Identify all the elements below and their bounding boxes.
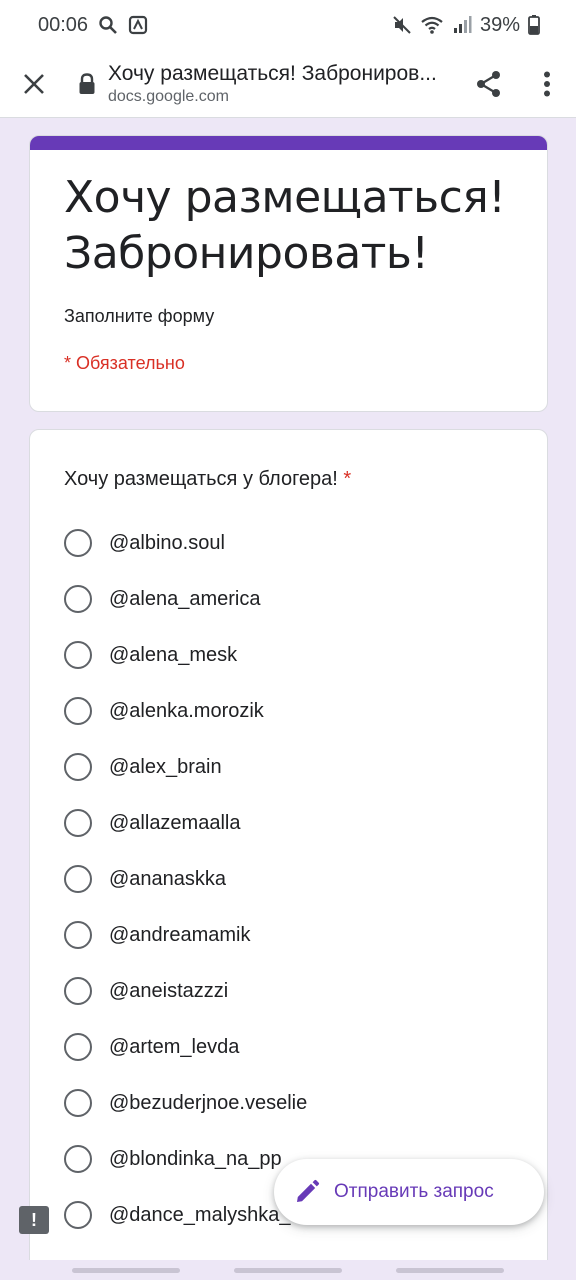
feedback-icon: ! xyxy=(31,1209,37,1230)
radio-button[interactable] xyxy=(64,977,92,1005)
option-label: @ananaskka xyxy=(109,867,227,890)
radio-button[interactable] xyxy=(64,697,92,725)
radio-option[interactable]: @bezuderjnoe.veselie xyxy=(64,1075,547,1131)
share-icon xyxy=(477,70,500,97)
nav-back-indicator[interactable] xyxy=(396,1267,504,1273)
question-title: Хочу размещаться у блогера! * xyxy=(30,430,547,491)
radio-button[interactable] xyxy=(64,1145,92,1173)
option-label: @andreamamik xyxy=(109,923,251,946)
browser-tab-header: Хочу размещаться! Заброниров... docs.goo… xyxy=(0,50,576,118)
option-label: @aneistazzzi xyxy=(109,979,229,1002)
radio-option[interactable]: @alex_brain xyxy=(64,739,547,795)
radio-option[interactable]: @albino.soul xyxy=(64,515,547,571)
option-label: @albino.soul xyxy=(109,531,225,554)
radio-button[interactable] xyxy=(64,641,92,669)
radio-option[interactable]: @alena_america xyxy=(64,571,547,627)
radio-button[interactable] xyxy=(64,1033,92,1061)
radio-button[interactable] xyxy=(64,809,92,837)
radio-button[interactable] xyxy=(64,753,92,781)
app-notification-icon xyxy=(128,15,148,35)
option-label: @alex_brain xyxy=(109,755,222,778)
status-time: 00:06 xyxy=(38,13,89,36)
wifi-icon xyxy=(420,15,444,35)
pencil-icon xyxy=(297,1179,320,1202)
radio-option[interactable]: @aneistazzzi xyxy=(64,963,547,1019)
system-nav-bar xyxy=(0,1260,576,1280)
more-vert-icon xyxy=(544,71,550,96)
radio-button[interactable] xyxy=(64,529,92,557)
radio-button[interactable] xyxy=(64,1089,92,1117)
option-label: @blondinka_na_pp xyxy=(109,1147,282,1170)
radio-button[interactable] xyxy=(64,921,92,949)
search-icon xyxy=(98,15,118,35)
form-description: Заполните форму xyxy=(64,306,215,326)
nav-home-indicator[interactable] xyxy=(234,1267,342,1273)
option-label: @artem_levda xyxy=(109,1035,240,1058)
radio-option[interactable]: @ananaskka xyxy=(64,851,547,907)
required-note: * Обязательно xyxy=(64,353,185,373)
option-label: @alena_america xyxy=(109,587,261,610)
form-content[interactable]: Хочу размещаться! Забронировать! Заполни… xyxy=(0,119,576,1260)
radio-option[interactable]: @artem_levda xyxy=(64,1019,547,1075)
radio-option[interactable]: @allazemaalla xyxy=(64,795,547,851)
share-button[interactable] xyxy=(460,50,518,118)
option-label: @dance_malyshka_o xyxy=(109,1203,302,1226)
page-info[interactable]: Хочу размещаться! Заброниров... docs.goo… xyxy=(68,62,460,106)
option-label: @alenka.morozik xyxy=(109,699,264,722)
option-label: @alena_mesk xyxy=(109,643,238,666)
battery-icon xyxy=(528,15,540,35)
radio-button[interactable] xyxy=(64,1201,92,1229)
page-title: Хочу размещаться! Заброниров... xyxy=(108,61,437,85)
battery-percent: 39% xyxy=(479,13,520,36)
mute-icon xyxy=(392,15,412,35)
form-header-card: Хочу размещаться! Забронировать! Заполни… xyxy=(29,135,548,412)
close-icon xyxy=(24,73,44,94)
radio-button[interactable] xyxy=(64,865,92,893)
feedback-button[interactable]: ! xyxy=(19,1206,49,1234)
question-text: Хочу размещаться у блогера! xyxy=(64,468,338,490)
close-button[interactable] xyxy=(0,50,68,118)
options-list: @albino.soul @alena_america @alena_mesk … xyxy=(30,491,547,1243)
lock-icon xyxy=(78,72,106,95)
form-title: Хочу размещаться! Забронировать! xyxy=(64,172,506,279)
send-request-label: Отправить запрос xyxy=(334,1181,494,1202)
nav-recent-indicator[interactable] xyxy=(72,1267,180,1273)
radio-button[interactable] xyxy=(64,585,92,613)
option-label: @allazemaalla xyxy=(109,811,241,834)
required-mark: * xyxy=(343,468,352,490)
signal-icon xyxy=(452,15,472,35)
status-bar: 00:06 39% xyxy=(0,0,576,50)
page-url: docs.google.com xyxy=(108,87,229,105)
radio-option[interactable]: @alena_mesk xyxy=(64,627,547,683)
radio-option[interactable]: @alenka.morozik xyxy=(64,683,547,739)
radio-option[interactable]: @andreamamik xyxy=(64,907,547,963)
accent-bar xyxy=(30,136,547,150)
question-card: Хочу размещаться у блогера! * @albino.so… xyxy=(29,429,548,1260)
option-label: @bezuderjnoe.veselie xyxy=(109,1091,308,1114)
send-request-button[interactable]: Отправить запрос xyxy=(274,1159,544,1225)
more-options-button[interactable] xyxy=(518,50,576,118)
